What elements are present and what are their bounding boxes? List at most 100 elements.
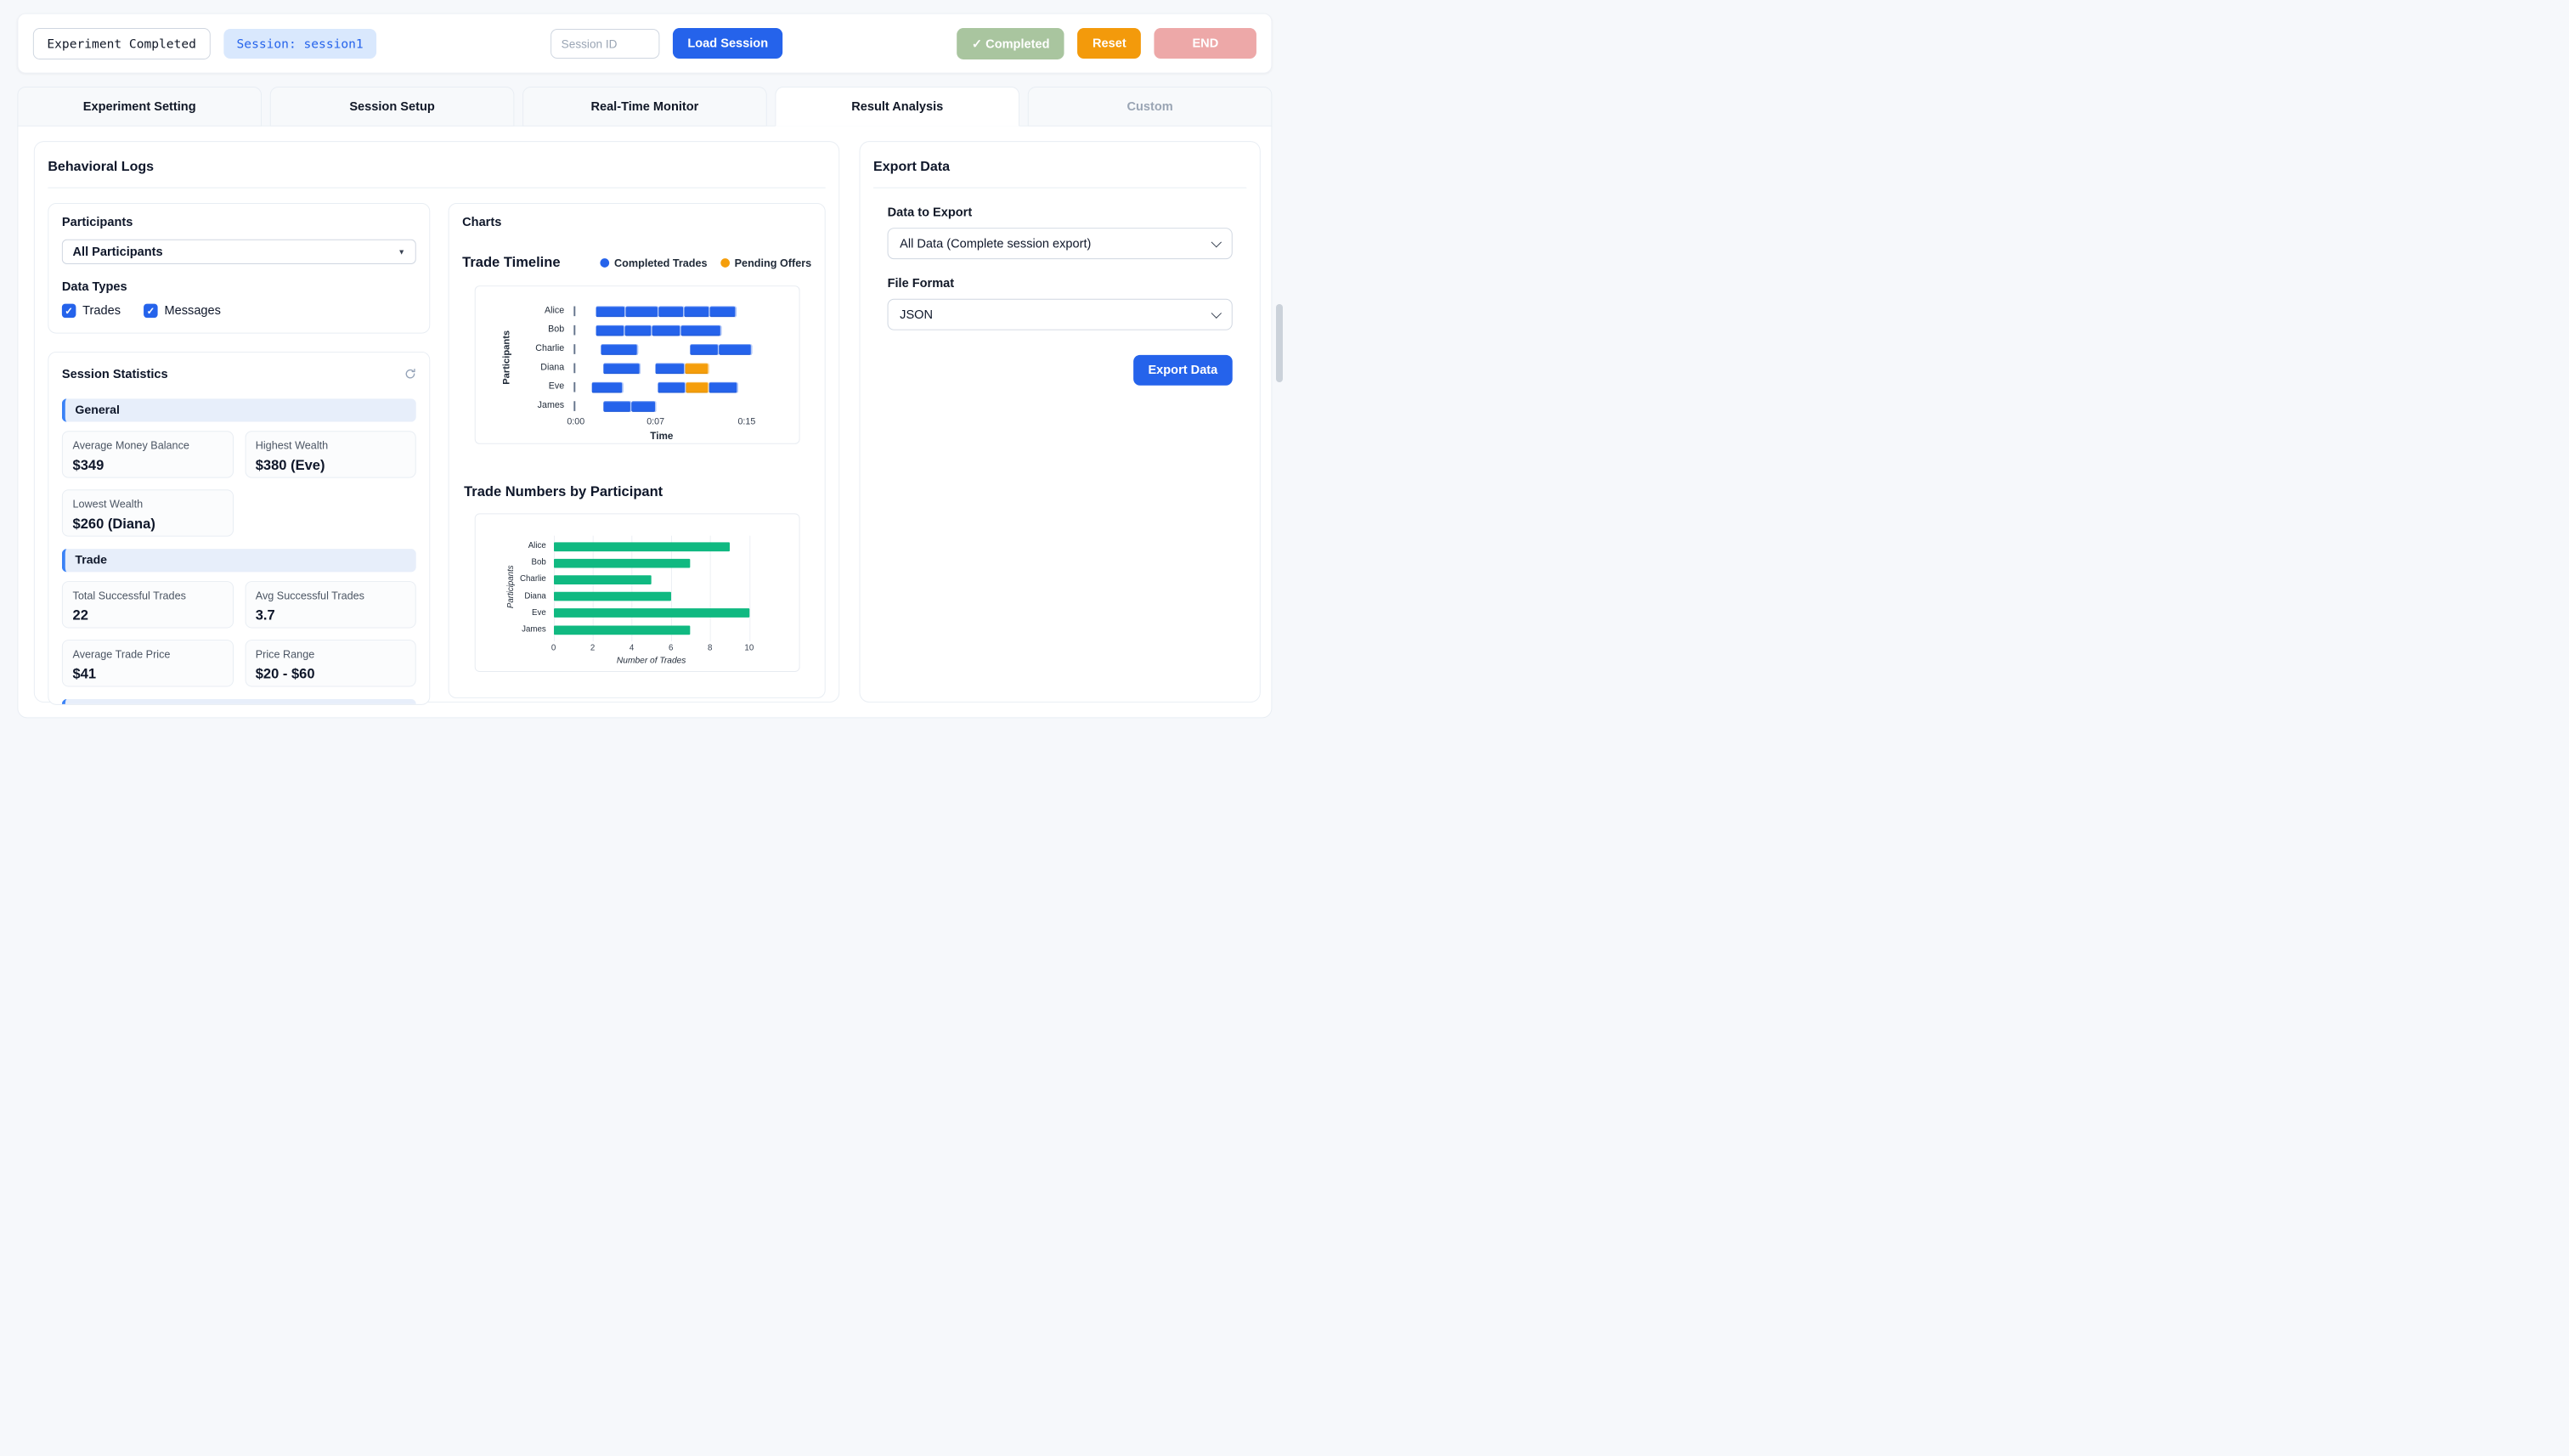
file-format-label: File Format [888, 277, 1233, 291]
timeline-segment-completed [709, 381, 738, 392]
timeline-segment-completed [603, 401, 632, 412]
trade-count-bar [554, 592, 671, 601]
stat-total-successful-trades: Total Successful Trades 22 [62, 581, 234, 628]
load-session-button[interactable]: Load Session [673, 28, 783, 59]
bar-chart-xlabel: Number of Trades [554, 656, 749, 666]
trade-count-bar [554, 608, 749, 618]
page: Experiment Completed Session: session1 L… [0, 0, 1284, 734]
behavioral-logs-title: Behavioral Logs [48, 154, 825, 189]
timeline-segment-completed [592, 381, 624, 392]
trade-count-bar [554, 625, 691, 635]
export-data-panel: Export Data Data to Export All Data (Com… [860, 141, 1261, 703]
experiment-status-badge: Experiment Completed [33, 28, 211, 59]
timeline-segment-completed [690, 344, 720, 355]
trade-numbers-title: Trade Numbers by Participant [464, 483, 811, 499]
timeline-participant-label: Diana [475, 363, 564, 373]
timeline-tick-mark [573, 382, 575, 392]
trade-timeline-chart: Participants Time AliceBobCharlieDianaEv… [474, 285, 799, 444]
timeline-segment-completed [603, 363, 641, 374]
timeline-segment-completed [680, 324, 721, 336]
bar-participant-label: Charlie [475, 575, 546, 584]
charts-card: Charts Trade Timeline Completed Trades P… [449, 203, 826, 698]
stat-avg-successful-trades: Avg Successful Trades 3.7 [245, 581, 416, 628]
participants-select[interactable]: All Participants ▼ [62, 240, 416, 264]
trade-count-bar [554, 559, 691, 568]
end-button[interactable]: END [1155, 28, 1256, 59]
timeline-participant-label: Eve [475, 381, 564, 392]
tab-real-time-monitor[interactable]: Real-Time Monitor [522, 87, 767, 127]
bar-xtick-label: 6 [662, 644, 680, 653]
data-to-export-select[interactable]: All Data (Complete session export) [888, 228, 1233, 259]
session-badge: Session: session1 [223, 29, 376, 59]
messages-checkbox-label: Messages [165, 304, 221, 319]
completed-trades-dot-icon [601, 258, 610, 268]
timeline-tick-mark [573, 364, 575, 374]
timeline-participant-label: Charlie [475, 343, 564, 353]
scrollbar-thumb[interactable] [1276, 304, 1283, 382]
bar-participant-label: Eve [475, 608, 546, 618]
completed-status-button[interactable]: ✓ Completed [957, 28, 1064, 59]
data-to-export-value: All Data (Complete session export) [900, 236, 1091, 251]
timeline-segment-completed [601, 344, 638, 355]
session-statistics-card: Session Statistics General [48, 352, 430, 705]
timeline-segment-completed [684, 306, 710, 317]
timeline-segment-completed [659, 306, 685, 317]
trades-checkbox[interactable]: ✓ Trades [62, 304, 121, 319]
timeline-segment-completed [652, 324, 681, 336]
export-data-title: Export Data [873, 154, 1246, 189]
timeline-segment-completed [631, 401, 657, 412]
bar-xtick-label: 8 [701, 644, 719, 653]
session-statistics-title: Session Statistics [62, 367, 168, 381]
timeline-segment-completed [710, 306, 737, 317]
trades-checkbox-label: Trades [82, 304, 121, 319]
tab-result-analysis[interactable]: Result Analysis [775, 87, 1019, 127]
data-type-checkboxes: ✓ Trades ✓ Messages [62, 304, 416, 319]
messages-checkbox[interactable]: ✓ Messages [144, 304, 221, 319]
tab-experiment-setting[interactable]: Experiment Setting [17, 87, 262, 127]
stat-price-range: Price Range $20 - $60 [245, 640, 416, 686]
file-format-value: JSON [900, 308, 933, 322]
charts-title: Charts [462, 216, 811, 230]
timeline-xtick-label: 0:07 [635, 417, 675, 427]
timeline-xtick-label: 0:00 [556, 417, 596, 427]
bar-grid-line [749, 536, 750, 641]
timeline-tick-mark [573, 307, 575, 317]
timeline-segment-completed [596, 306, 626, 317]
timeline-segment-completed [656, 363, 686, 374]
timeline-legend: Completed Trades Pending Offers [601, 257, 812, 269]
stat-average-trade-price: Average Trade Price $41 [62, 640, 234, 686]
session-id-input[interactable] [550, 29, 659, 59]
timeline-segment-pending [686, 363, 709, 374]
trade-count-bar [554, 575, 652, 584]
file-format-select[interactable]: JSON [888, 299, 1233, 330]
stats-section-partial [62, 699, 416, 705]
timeline-participant-label: James [475, 400, 564, 410]
behavioral-logs-panel: Behavioral Logs Participants All Partici… [34, 141, 839, 703]
participants-select-value: All Participants [73, 245, 163, 259]
reset-button[interactable]: Reset [1078, 28, 1142, 59]
caret-down-icon: ▼ [398, 248, 405, 257]
timeline-segment-pending [686, 381, 709, 392]
tab-bar: Experiment Setting Session Setup Real-Ti… [17, 87, 1272, 127]
legend-completed-trades: Completed Trades [601, 257, 708, 269]
refresh-icon[interactable] [404, 368, 416, 380]
timeline-participant-label: Alice [475, 306, 564, 316]
tab-custom[interactable]: Custom [1028, 87, 1273, 127]
data-types-label: Data Types [62, 279, 416, 294]
stat-lowest-wealth: Lowest Wealth $260 (Diana) [62, 489, 234, 536]
header-bar: Experiment Completed Session: session1 L… [17, 14, 1272, 74]
timeline-tick-mark [573, 401, 575, 411]
timeline-segment-completed [720, 344, 753, 355]
export-data-button[interactable]: Export Data [1133, 355, 1233, 386]
bar-grid-line [710, 536, 711, 641]
timeline-segment-completed [596, 324, 625, 336]
trade-count-bar [554, 542, 730, 551]
legend-pending-offers: Pending Offers [720, 257, 811, 269]
checkbox-checked-icon: ✓ [62, 304, 76, 319]
scrollbar-track[interactable] [1275, 0, 1284, 728]
bar-xtick-label: 10 [740, 644, 758, 653]
main-content-card: Behavioral Logs Participants All Partici… [17, 126, 1272, 719]
bar-xtick-label: 4 [623, 644, 641, 653]
checkbox-checked-icon: ✓ [144, 304, 158, 319]
tab-session-setup[interactable]: Session Setup [270, 87, 515, 127]
